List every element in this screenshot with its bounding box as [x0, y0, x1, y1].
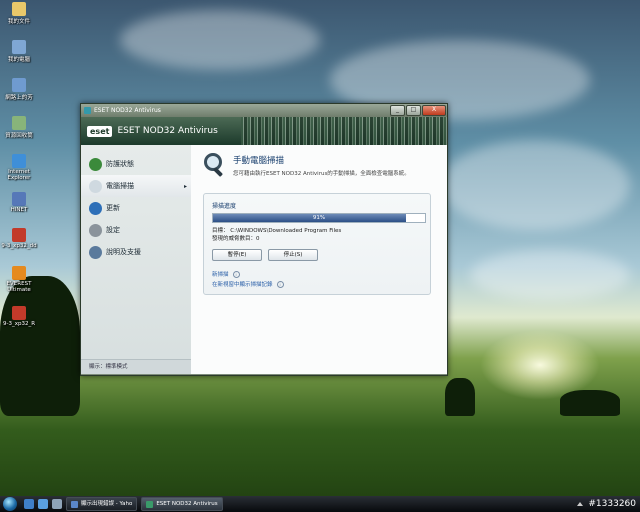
desktop-icon-label: 9-3_xp32_dd	[1, 243, 37, 249]
sidebar-item-label: 說明及支援	[106, 248, 141, 256]
display-mode-toggle[interactable]: 顯示：標準模式	[81, 359, 191, 374]
show-log-link-label: 在新視窗中顯示掃描記錄	[212, 282, 273, 288]
sidebar-item-label: 防護狀態	[106, 160, 134, 168]
desktop-icon-label: HINET	[10, 207, 28, 213]
taskbar: 顯示出現錯誤 - Yaho ESET NOD32 Antivirus #1333…	[0, 496, 640, 512]
desktop-icon-label: 9-3_xp32_R	[2, 321, 36, 327]
window-body: 防護狀態 電腦掃描 ▸ 更新 設定 說明及支援 顯示：標準模式 手動電腦掃描 您…	[81, 145, 447, 374]
desktop-icon-hinet[interactable]: HINET	[0, 192, 38, 213]
sidebar-item-label: 電腦掃描	[106, 182, 134, 190]
scan-target: 目標： C:\WINDOWS\Downloaded Program Files	[212, 228, 342, 234]
new-scan-link-label: 新掃描	[212, 272, 229, 278]
help-icon	[89, 245, 102, 259]
desktop-icon-network[interactable]: 網路上的芳	[0, 78, 38, 101]
background-tree	[0, 276, 80, 416]
taskbar-item-browser[interactable]: 顯示出現錯誤 - Yaho	[66, 497, 138, 511]
desktop-icon-everest[interactable]: EVEREST Ultimate	[0, 266, 38, 293]
everest-icon	[12, 266, 26, 280]
magnifier-icon	[203, 153, 225, 177]
ati-icon	[12, 306, 26, 320]
header-render-artifact	[241, 117, 447, 145]
system-tray: #1333260	[577, 497, 636, 511]
sidebar-item-computer-scan[interactable]: 電腦掃描 ▸	[81, 175, 191, 197]
sidebar-item-setup[interactable]: 設定	[81, 219, 191, 241]
sidebar-item-protection-status[interactable]: 防護狀態	[81, 153, 191, 175]
desktop-icon-label: 我的文件	[7, 19, 30, 25]
background-tree	[445, 378, 475, 416]
page-title: 手動電腦掃描	[233, 156, 285, 166]
hinet-icon	[12, 192, 26, 206]
ie-quicklaunch-icon[interactable]	[38, 499, 48, 509]
product-name: ESET NOD32 Antivirus	[117, 126, 218, 136]
taskbar-item-label: 顯示出現錯誤 - Yaho	[81, 501, 133, 507]
tray-watermark: #1333260	[588, 499, 636, 509]
network-icon	[12, 78, 26, 92]
desktop: { "desktop": { "icons": [ {"label":"我的文件…	[0, 0, 640, 512]
info-icon: i	[232, 271, 240, 278]
eset-window: ESET NOD32 Antivirus _ □ X eset ESET NOD…	[80, 103, 448, 376]
protection-status-icon	[89, 157, 102, 171]
close-button[interactable]: X	[422, 105, 446, 116]
window-title: ESET NOD32 Antivirus	[94, 107, 161, 114]
maximize-button[interactable]: □	[406, 105, 421, 116]
desktop-icon-ati-radeon[interactable]: 9-3_xp32_R	[0, 306, 38, 327]
desktop-icon-label: EVEREST Ultimate	[6, 281, 32, 293]
sidebar: 防護狀態 電腦掃描 ▸ 更新 設定 說明及支援 顯示：標準模式	[81, 145, 191, 374]
desktop-icon-internet-explorer[interactable]: Internet Explorer	[0, 154, 38, 181]
update-icon	[89, 201, 102, 215]
main-content: 手動電腦掃描 您可藉由執行ESET NOD32 Antivirus的手動掃描，全…	[191, 145, 447, 374]
window-titlebar[interactable]: ESET NOD32 Antivirus _ □ X	[81, 104, 447, 117]
desktop-icon-ati-driver[interactable]: 9-3_xp32_dd	[0, 228, 38, 249]
progress-percent: 91%	[312, 215, 326, 221]
eset-taskbar-icon	[146, 500, 154, 508]
ati-icon	[12, 228, 26, 242]
switch-windows-icon[interactable]	[52, 499, 62, 509]
documents-icon	[12, 2, 26, 16]
desktop-icon-recycle-bin[interactable]: 資源回收筒	[0, 116, 38, 139]
browser-icon	[71, 500, 78, 508]
desktop-icon-computer[interactable]: 我的電腦	[0, 40, 38, 63]
scan-progress-panel: 掃描進度 91% 目標： C:\WINDOWS\Downloaded Progr…	[203, 193, 431, 295]
threats-found: 發現的威脅數目：0	[212, 236, 260, 242]
desktop-icon-documents[interactable]: 我的文件	[0, 2, 38, 25]
computer-scan-icon	[89, 179, 102, 193]
setup-icon	[89, 223, 102, 237]
computer-icon	[12, 40, 26, 54]
background-cloud	[120, 10, 320, 70]
stop-button[interactable]: 停止(S)	[268, 249, 318, 261]
sidebar-item-update[interactable]: 更新	[81, 197, 191, 219]
desktop-icon-label: 網路上的芳	[5, 95, 33, 101]
scan-header: 手動電腦掃描 您可藉由執行ESET NOD32 Antivirus的手動掃描，全…	[203, 153, 410, 177]
background-cloud	[470, 250, 630, 300]
start-button[interactable]	[2, 496, 20, 512]
eset-logo: eset	[87, 125, 113, 137]
background-cloud	[440, 140, 630, 230]
desktop-icon-label: 資源回收筒	[5, 133, 33, 139]
taskbar-item-label: ESET NOD32 Antivirus	[156, 501, 218, 507]
background-tree	[560, 390, 620, 416]
ie-icon	[12, 154, 26, 168]
chevron-right-icon: ▸	[183, 182, 187, 190]
sidebar-item-label: 設定	[106, 226, 120, 234]
sidebar-item-help[interactable]: 說明及支援	[81, 241, 191, 263]
show-desktop-icon[interactable]	[24, 499, 34, 509]
info-icon: i	[276, 281, 284, 288]
recycle-bin-icon	[12, 116, 26, 130]
desktop-icon-label: Internet Explorer	[7, 169, 31, 181]
show-log-link[interactable]: 在新視窗中顯示掃描記錄 i	[212, 280, 284, 288]
taskbar-item-eset[interactable]: ESET NOD32 Antivirus	[141, 497, 223, 511]
desktop-icon-label: 我的電腦	[7, 57, 30, 63]
page-description: 您可藉由執行ESET NOD32 Antivirus的手動掃描，全面檢查電腦系統…	[233, 171, 410, 177]
tray-expand-icon[interactable]	[577, 502, 584, 506]
windows-orb-icon	[3, 497, 17, 511]
pause-button[interactable]: 暫停(E)	[212, 249, 262, 261]
sidebar-item-label: 更新	[106, 204, 120, 212]
new-scan-link[interactable]: 新掃描 i	[212, 270, 240, 278]
app-header: eset ESET NOD32 Antivirus	[81, 117, 447, 145]
eset-app-icon	[84, 107, 91, 114]
panel-title: 掃描進度	[212, 203, 237, 210]
scan-progress-bar: 91%	[212, 213, 426, 223]
minimize-button[interactable]: _	[390, 105, 405, 116]
